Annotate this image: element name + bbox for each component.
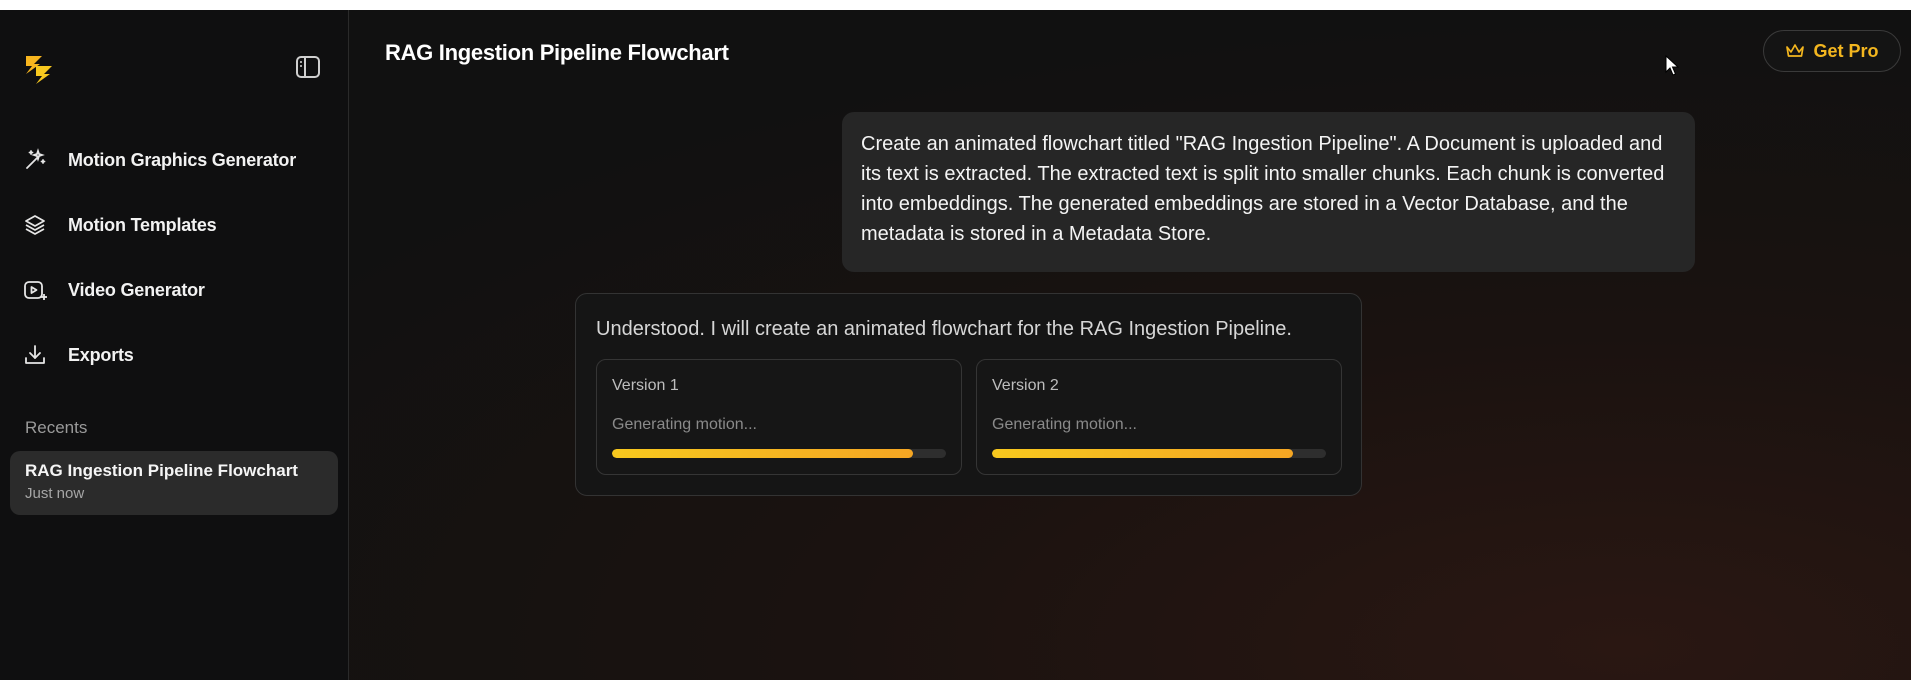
recent-item-time: Just now	[25, 485, 85, 502]
progress-fill	[612, 449, 913, 458]
sidebar-item-label: Exports	[68, 344, 134, 365]
get-pro-label: Get Pro	[1813, 40, 1879, 61]
sidebar-item-label: Video Generator	[68, 279, 205, 300]
magic-wand-icon	[22, 147, 48, 173]
progress-bar	[612, 449, 946, 458]
version-title: Version 2	[992, 377, 1059, 394]
mouse-cursor-icon	[1665, 55, 1679, 76]
layers-icon	[22, 212, 48, 238]
recents-heading: Recents	[25, 418, 88, 437]
user-message: Create an animated flowchart titled "RAG…	[842, 112, 1695, 272]
sidebar-item-label: Motion Templates	[68, 214, 217, 235]
version-status: Generating motion...	[992, 416, 1137, 433]
sidebar-item-motion-templates[interactable]: Motion Templates	[22, 205, 332, 245]
crown-icon	[1786, 44, 1805, 57]
download-icon	[22, 342, 48, 368]
assistant-message: Understood. I will create an animated fl…	[575, 293, 1362, 496]
recent-item-title: RAG Ingestion Pipeline Flowchart	[25, 461, 298, 480]
version-status: Generating motion...	[612, 416, 757, 433]
progress-fill	[992, 449, 1293, 458]
app-logo[interactable]	[20, 52, 56, 86]
get-pro-button[interactable]: Get Pro	[1763, 30, 1901, 72]
version-card-2[interactable]: Version 2 Generating motion...	[976, 359, 1342, 475]
app-window: Motion Graphics Generator Motion Templat…	[0, 10, 1911, 680]
sidebar: Motion Graphics Generator Motion Templat…	[0, 10, 349, 680]
sidebar-item-label: Motion Graphics Generator	[68, 149, 297, 170]
version-title: Version 1	[612, 377, 679, 394]
assistant-message-text: Understood. I will create an animated fl…	[596, 318, 1292, 340]
version-card-1[interactable]: Version 1 Generating motion...	[596, 359, 962, 475]
recent-item[interactable]: RAG Ingestion Pipeline Flowchart Just no…	[10, 451, 338, 515]
page-title: RAG Ingestion Pipeline Flowchart	[385, 40, 729, 65]
sidebar-item-video-generator[interactable]: Video Generator	[22, 270, 332, 310]
progress-bar	[992, 449, 1326, 458]
sidebar-item-motion-graphics-generator[interactable]: Motion Graphics Generator	[22, 140, 332, 180]
sidebar-toggle-icon[interactable]	[295, 54, 321, 80]
sidebar-item-exports[interactable]: Exports	[22, 335, 332, 375]
video-play-icon	[22, 277, 48, 303]
